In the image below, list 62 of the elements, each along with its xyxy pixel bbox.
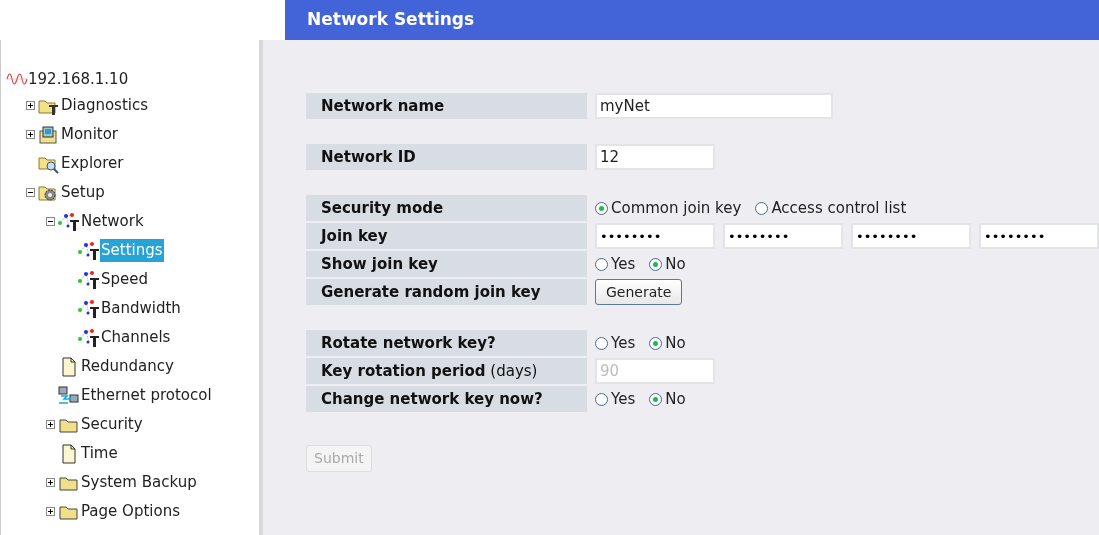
tree-item[interactable]: Time [80, 442, 119, 465]
computers-icon [58, 385, 80, 406]
tree-item[interactable]: Monitor [60, 123, 120, 146]
field-label: Key rotation period (days) [306, 358, 587, 384]
radio-button[interactable] [649, 336, 663, 350]
expand-icon[interactable] [46, 420, 55, 429]
tree-item[interactable]: Redundancy [80, 355, 175, 378]
radio-button[interactable] [755, 201, 769, 215]
expand-icon[interactable] [46, 507, 55, 516]
radio-button[interactable] [649, 257, 663, 271]
page-title: Network Settings [307, 8, 475, 32]
radio-label: Yes [611, 388, 636, 410]
field-label: Network name [306, 93, 587, 119]
password-field[interactable]: •••••••• [851, 223, 971, 249]
tree-item[interactable]: Security [80, 413, 144, 436]
collapse-icon[interactable] [26, 188, 35, 197]
monitor-icon [38, 124, 60, 145]
field-label: Network ID [306, 144, 587, 170]
field-label: Join key [306, 223, 587, 249]
collapse-icon[interactable] [46, 217, 55, 226]
tree-item[interactable]: System Backup [80, 471, 198, 494]
tree-item[interactable]: Setup [60, 181, 106, 204]
tree-item[interactable]: Ethernet protocol [80, 384, 213, 407]
text-field[interactable]: myNet [595, 93, 833, 119]
tree-item[interactable]: Page Options [80, 500, 181, 523]
tree-item[interactable]: Network [80, 210, 145, 233]
field-label: Show join key [306, 251, 587, 277]
radio-label: Common join key [611, 197, 742, 219]
field-label: Generate random join key [306, 279, 587, 305]
radio-button[interactable] [595, 201, 608, 215]
radio-label: No [665, 253, 686, 275]
radio-label: No [665, 332, 686, 354]
radio-button[interactable] [595, 392, 608, 406]
radio-label: Yes [611, 332, 636, 354]
expand-icon[interactable] [26, 130, 35, 139]
password-field[interactable]: •••••••• [979, 223, 1099, 249]
radio-button[interactable] [595, 257, 608, 271]
radio-label: Yes [611, 253, 636, 275]
network-icon [78, 269, 100, 290]
field-label: Rotate network key? [306, 330, 587, 356]
network-icon [78, 298, 100, 319]
network-icon [58, 211, 80, 232]
text-field[interactable]: 12 [595, 144, 715, 170]
device-address[interactable]: 192.168.1.10 [28, 67, 129, 91]
expand-icon[interactable] [26, 101, 35, 110]
radio-button[interactable] [649, 392, 663, 406]
field-label: Security mode [306, 195, 587, 221]
radio-label: No [665, 388, 686, 410]
radio-button[interactable] [595, 336, 608, 350]
field-label: Change network key now? [306, 386, 587, 412]
radio-label: Access control list [771, 197, 907, 219]
tree-item[interactable]: Channels [100, 326, 172, 349]
tree-item[interactable]: Speed [100, 268, 150, 291]
tree-item[interactable]: Diagnostics [60, 94, 150, 117]
tree-item[interactable]: Bandwidth [100, 297, 182, 320]
generate-button[interactable]: Generate [595, 279, 683, 305]
network-icon [78, 327, 100, 348]
password-field[interactable]: •••••••• [595, 223, 715, 249]
expand-icon[interactable] [46, 478, 55, 487]
network-icon [78, 240, 100, 261]
tree-item[interactable]: Explorer [60, 152, 125, 175]
password-field[interactable]: •••••••• [723, 223, 843, 249]
